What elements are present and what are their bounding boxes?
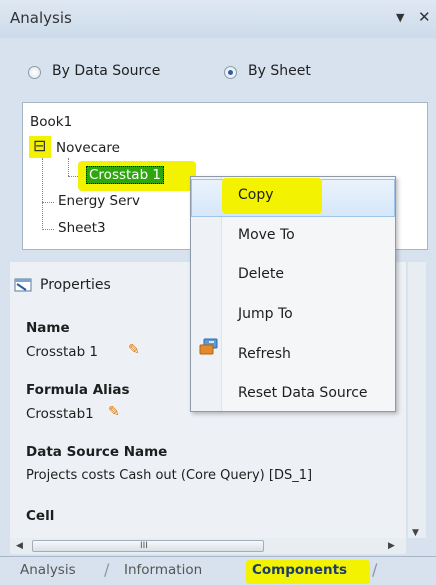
prop-formula-alias-label: Formula Alias	[26, 382, 130, 398]
close-icon[interactable]: ✕	[418, 8, 431, 26]
tree-node-sheet3[interactable]: Sheet3	[58, 220, 106, 236]
panel-title: Analysis	[10, 9, 72, 27]
menu-label-reset-data-source[interactable]: Reset Data Source	[238, 385, 368, 401]
tree-node-energy-serv[interactable]: Energy Serv	[58, 193, 140, 209]
prop-data-source-name-label: Data Source Name	[26, 444, 168, 460]
scroll-grip: III	[140, 541, 148, 551]
tree-connector	[42, 229, 54, 230]
vertical-scrollbar[interactable]	[408, 262, 426, 538]
prop-cell-label: Cell	[26, 508, 55, 524]
menu-item-delete[interactable]	[191, 255, 395, 293]
tab-components[interactable]: Components	[252, 562, 347, 578]
scroll-down-icon[interactable]: ▼	[412, 528, 419, 538]
tab-separator: /	[104, 560, 110, 579]
edit-pencil-icon[interactable]: ✎	[108, 404, 120, 420]
tab-analysis[interactable]: Analysis	[20, 562, 76, 578]
menu-label-copy[interactable]: Copy	[238, 187, 274, 203]
tab-separator: /	[372, 560, 378, 579]
prop-data-source-name-value: Projects costs Cash out (Core Query) [DS…	[26, 468, 313, 483]
menu-item-jump-to[interactable]	[191, 293, 395, 331]
radio-by-data-source-label[interactable]: By Data Source	[52, 63, 160, 79]
prop-name-value: Crosstab 1	[26, 344, 99, 360]
collapse-icon[interactable]: ⊟	[33, 137, 46, 155]
dropdown-arrow-icon[interactable]: ▼	[396, 11, 404, 24]
tree-connector	[42, 202, 54, 203]
radio-by-data-source[interactable]	[28, 66, 41, 79]
scroll-left-icon[interactable]: ◀	[16, 538, 23, 554]
refresh-icon	[198, 337, 220, 357]
tree-connector	[68, 158, 69, 176]
tree-node-novecare[interactable]: Novecare	[56, 140, 120, 156]
menu-item-refresh[interactable]	[191, 331, 395, 369]
properties-header: Properties	[40, 277, 111, 293]
menu-label-jump-to[interactable]: Jump To	[238, 306, 293, 322]
horizontal-scroll-thumb[interactable]	[32, 540, 264, 552]
menu-label-move-to[interactable]: Move To	[238, 227, 295, 243]
tree-connector	[42, 158, 43, 230]
prop-formula-alias-value: Crosstab1	[26, 406, 94, 422]
tab-information[interactable]: Information	[124, 562, 202, 578]
scroll-right-icon[interactable]: ▶	[388, 538, 395, 554]
menu-label-refresh[interactable]: Refresh	[238, 346, 291, 362]
tree-node-book1[interactable]: Book1	[30, 114, 72, 130]
tree-node-crosstab-1[interactable]: Crosstab 1	[86, 166, 165, 184]
radio-by-sheet-label[interactable]: By Sheet	[248, 63, 311, 79]
edit-pencil-icon[interactable]: ✎	[128, 342, 140, 358]
radio-by-sheet[interactable]	[224, 66, 237, 79]
properties-icon	[14, 277, 34, 293]
menu-label-delete[interactable]: Delete	[238, 266, 284, 282]
prop-name-label: Name	[26, 320, 70, 336]
